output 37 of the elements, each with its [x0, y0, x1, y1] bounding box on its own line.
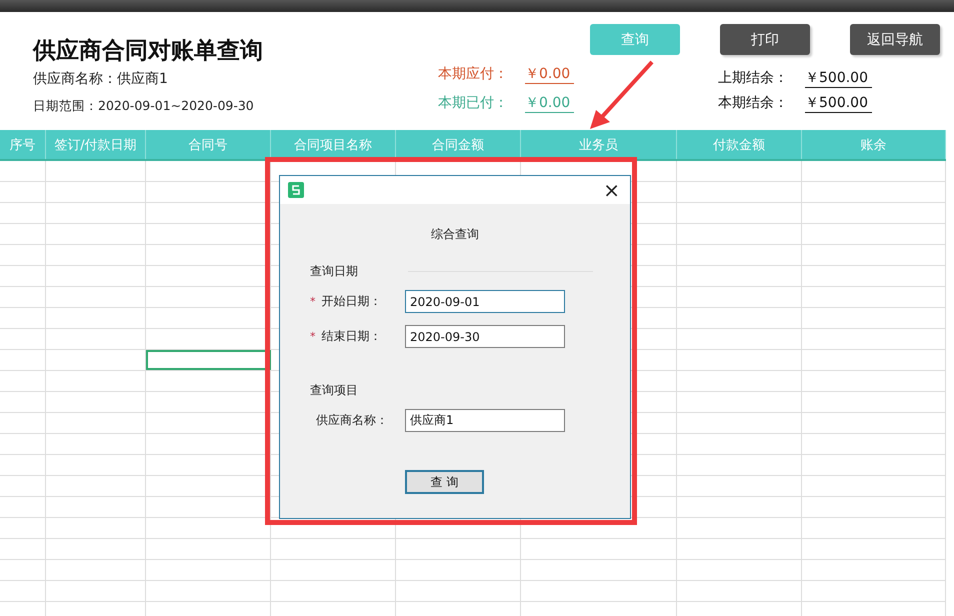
input-field[interactable]: 供应商1 — [405, 409, 565, 432]
selected-cell[interactable] — [146, 350, 271, 370]
balance-value: ￥500.00 — [805, 69, 872, 88]
app-icon — [288, 182, 304, 198]
toolbar-button[interactable]: 返回导航 — [850, 24, 940, 55]
column-header: 合同号 — [146, 130, 271, 159]
query-button[interactable]: 查 询 — [405, 470, 484, 494]
balance-value: ￥500.00 — [805, 94, 872, 113]
amount-value: ￥0.00 — [525, 94, 574, 113]
field-label: 供应商名称： — [316, 413, 388, 427]
supplier-name: 供应商名称：供应商1 — [33, 70, 169, 88]
balance-label: 本期结余： — [718, 94, 789, 112]
input-field[interactable]: 2020-09-01 — [405, 290, 565, 313]
amount-label: 本期已付： — [438, 94, 509, 112]
required-mark: * — [310, 295, 316, 308]
field-label: 开始日期： — [322, 294, 382, 308]
column-header: 合同项目名称 — [271, 130, 396, 159]
column-header: 业务员 — [521, 130, 677, 159]
toolbar-button[interactable]: 打印 — [720, 24, 810, 55]
input-field[interactable]: 2020-09-30 — [405, 325, 565, 348]
balance-label: 上期结余： — [718, 69, 789, 87]
section-title: 查询日期 — [310, 263, 358, 280]
page-title: 供应商合同对账单查询 — [33, 37, 264, 66]
field-label: 结束日期： — [322, 329, 382, 343]
column-header: 序号 — [0, 130, 46, 159]
required-mark: * — [310, 330, 316, 343]
close-button[interactable]: × — [599, 180, 624, 200]
column-header: 账余 — [802, 130, 946, 159]
date-range: 日期范围：2020-09-01~2020-09-30 — [33, 98, 255, 115]
dialog-title: 综合查询 — [430, 226, 480, 243]
arrow — [590, 60, 654, 129]
column-header: 签订/付款日期 — [46, 130, 146, 159]
column-header: 付款金额 — [677, 130, 802, 159]
amount-label: 本期应付： — [438, 65, 509, 83]
amount-value: ￥0.00 — [525, 65, 574, 84]
section-title: 查询项目 — [310, 382, 358, 399]
column-header: 合同金额 — [396, 130, 521, 159]
